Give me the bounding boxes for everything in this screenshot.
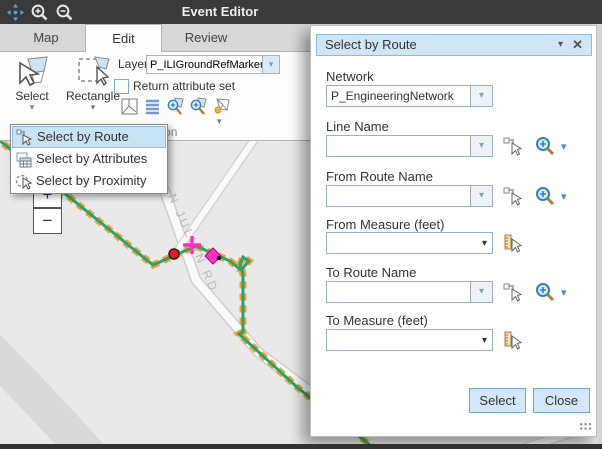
event-editor-window: N JULIAN RD + − bbox=[0, 0, 602, 449]
from-measure-label: From Measure (feet) bbox=[326, 217, 444, 232]
from-route-dropdown[interactable]: ▾ bbox=[326, 185, 493, 207]
close-button[interactable]: Close bbox=[533, 388, 590, 413]
menu-item-label: Select by Proximity bbox=[36, 173, 147, 188]
select-by-proximity-icon bbox=[15, 173, 32, 190]
network-value: P_EngineeringNetwork bbox=[331, 89, 454, 103]
from-route-label: From Route Name bbox=[326, 169, 433, 184]
selection-options-caret[interactable]: ▾ bbox=[217, 117, 222, 125]
menu-item-label: Select by Attributes bbox=[36, 151, 147, 166]
menu-item-label: Select by Route bbox=[37, 129, 129, 144]
panel-close-icon[interactable]: ✕ bbox=[572, 35, 583, 55]
to-route-picker-icon[interactable] bbox=[503, 282, 523, 302]
zoom-to-selection-icon[interactable] bbox=[166, 97, 185, 116]
line-zoom-caret-icon[interactable]: ▾ bbox=[561, 140, 567, 153]
to-route-zoom-icon[interactable] bbox=[535, 282, 555, 302]
network-label: Network bbox=[326, 69, 374, 84]
line-name-dropdown[interactable]: ▾ bbox=[326, 135, 493, 157]
network-dropdown-caret-icon[interactable]: ▾ bbox=[470, 86, 492, 106]
menu-item-select-by-route[interactable]: Select by Route bbox=[12, 126, 166, 148]
zoom-to-selected-icon[interactable] bbox=[189, 97, 208, 116]
to-route-zoom-caret-icon[interactable]: ▾ bbox=[561, 286, 567, 299]
line-route-picker-icon[interactable] bbox=[503, 136, 523, 156]
tab-review[interactable]: Review bbox=[163, 24, 249, 51]
rectangle-tool-icon bbox=[75, 55, 111, 89]
select-dropdown-menu: Select by Route Select by Attributes Sel… bbox=[10, 124, 168, 194]
diamond-vertex-dot bbox=[217, 256, 221, 260]
select-by-attributes-icon bbox=[15, 151, 32, 168]
to-route-label: To Route Name bbox=[326, 265, 416, 280]
line-zoom-icon[interactable] bbox=[535, 136, 555, 156]
app-title: Event Editor bbox=[0, 0, 440, 24]
panel-resize-grip[interactable] bbox=[579, 422, 592, 431]
to-measure-combo[interactable]: ▾ bbox=[326, 329, 493, 351]
panel-header[interactable]: Select by Route ▾ ✕ bbox=[316, 34, 592, 56]
return-attribute-checkbox[interactable] bbox=[114, 79, 129, 94]
from-measure-picker-icon[interactable] bbox=[503, 233, 523, 253]
panel-title: Select by Route bbox=[325, 35, 417, 55]
from-route-zoom-icon[interactable] bbox=[535, 186, 555, 206]
select-by-route-panel: Select by Route ▾ ✕ Network P_Engineerin… bbox=[310, 25, 597, 437]
title-bar: Event Editor bbox=[0, 0, 602, 24]
select-tool-button[interactable]: Select ▾ bbox=[6, 55, 58, 111]
select-button[interactable]: Select bbox=[469, 388, 526, 413]
network-dropdown[interactable]: P_EngineeringNetwork ▾ bbox=[326, 85, 493, 107]
polygon-select-icon[interactable] bbox=[120, 97, 139, 116]
to-route-dropdown-caret-icon[interactable]: ▾ bbox=[470, 282, 492, 302]
line-name-dropdown-caret-icon[interactable]: ▾ bbox=[470, 136, 492, 156]
from-route-dropdown-caret-icon[interactable]: ▾ bbox=[470, 186, 492, 206]
layer-dropdown-caret-icon[interactable]: ▾ bbox=[262, 56, 279, 73]
to-measure-picker-icon[interactable] bbox=[503, 330, 523, 350]
from-measure-combo[interactable]: ▾ bbox=[326, 232, 493, 254]
selection-options-icon[interactable] bbox=[212, 97, 231, 116]
from-route-picker-icon[interactable] bbox=[503, 186, 523, 206]
window-bottom-edge bbox=[0, 444, 602, 449]
point-marker-red[interactable] bbox=[169, 249, 179, 259]
layer-dropdown-value: P_ILIGroundRefMarkers bbox=[150, 56, 269, 75]
window-right-edge bbox=[597, 24, 602, 444]
to-measure-label: To Measure (feet) bbox=[326, 313, 428, 328]
to-measure-caret-icon[interactable]: ▾ bbox=[482, 335, 487, 346]
rectangle-tool-label: Rectangle bbox=[66, 89, 120, 103]
select-tool-label: Select bbox=[15, 89, 48, 103]
line-name-label: Line Name bbox=[326, 119, 389, 134]
map-zoom-out-button[interactable]: − bbox=[33, 208, 62, 234]
menu-item-select-by-proximity[interactable]: Select by Proximity bbox=[12, 170, 166, 192]
rectangle-dropdown-caret[interactable]: ▾ bbox=[62, 103, 124, 111]
menu-item-select-by-attributes[interactable]: Select by Attributes bbox=[12, 148, 166, 170]
tab-map[interactable]: Map bbox=[8, 24, 84, 51]
panel-collapse-icon[interactable]: ▾ bbox=[558, 35, 563, 55]
from-measure-caret-icon[interactable]: ▾ bbox=[482, 238, 487, 249]
from-route-zoom-caret-icon[interactable]: ▾ bbox=[561, 190, 567, 203]
select-by-route-icon bbox=[16, 129, 33, 146]
select-dropdown-caret[interactable]: ▾ bbox=[6, 103, 58, 111]
select-tool-icon bbox=[14, 55, 50, 89]
layer-dropdown[interactable]: P_ILIGroundRefMarkers ▾ bbox=[146, 55, 280, 74]
tab-edit[interactable]: Edit bbox=[85, 24, 162, 52]
attribute-list-icon[interactable] bbox=[143, 97, 162, 116]
to-route-dropdown[interactable]: ▾ bbox=[326, 281, 493, 303]
return-attribute-label: Return attribute set bbox=[133, 79, 235, 93]
